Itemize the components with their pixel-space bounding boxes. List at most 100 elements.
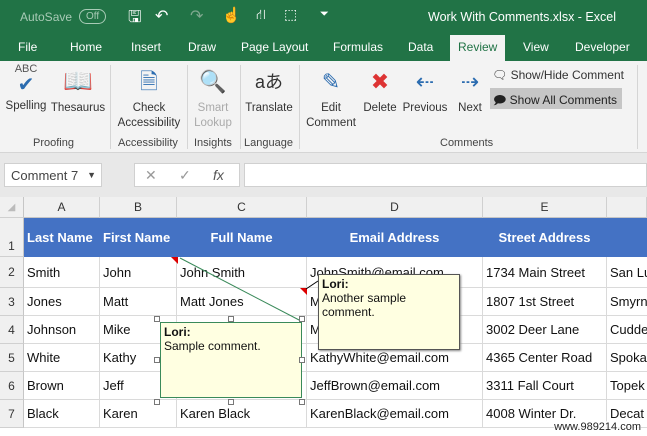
next-comment-button[interactable]: ⇢ Next <box>452 67 488 116</box>
table-cell[interactable] <box>177 316 307 344</box>
translate-button[interactable]: aあ Translate <box>243 67 295 116</box>
table-cell[interactable] <box>177 344 307 372</box>
header-cell[interactable]: Street Address <box>483 218 607 257</box>
touch-mode-icon[interactable]: ☝ <box>222 6 241 24</box>
title-bar: AutoSave Off 🖫 ↶ ↷ ☝ ⛙ ⬚ ⏷ Work With Com… <box>0 0 647 35</box>
tab-view[interactable]: View <box>523 40 549 54</box>
table-cell[interactable]: MattJones@email.com <box>307 288 483 316</box>
table-cell[interactable]: Decat <box>607 400 647 428</box>
table-cell[interactable]: JohnSmith@email.com <box>307 257 483 288</box>
column-header-B[interactable]: B <box>100 197 177 218</box>
row-header-6[interactable]: 6 <box>0 372 24 400</box>
tab-page-layout[interactable]: Page Layout <box>241 40 308 54</box>
show-all-comments-button[interactable]: 🗩 Show All Comments <box>490 88 622 109</box>
header-cell[interactable] <box>607 218 647 257</box>
tab-developer[interactable]: Developer <box>575 40 630 54</box>
tab-formulas[interactable]: Formulas <box>333 40 383 54</box>
table-cell[interactable]: MikeJohnson@email.com <box>307 316 483 344</box>
hierarchy-icon[interactable]: ⛙ <box>256 6 266 25</box>
row-header-4[interactable]: 4 <box>0 316 24 344</box>
insert-function-icon[interactable]: fx <box>213 167 224 183</box>
table-cell[interactable]: John <box>100 257 177 288</box>
table-cell[interactable]: Karen <box>100 400 177 428</box>
smart-lookup-button[interactable]: 🔍 Smart Lookup <box>190 67 236 131</box>
table-cell[interactable]: 4365 Center Road <box>483 344 607 372</box>
table-cell[interactable]: Smyrn <box>607 288 647 316</box>
spelling-button[interactable]: ABC ✔ Spelling <box>3 64 49 114</box>
table-cell[interactable]: Black <box>24 400 100 428</box>
table-cell[interactable]: Matt <box>100 288 177 316</box>
table-cell[interactable]: KarenBlack@email.com <box>307 400 483 428</box>
row-header-7[interactable]: 7 <box>0 400 24 428</box>
customize-toolbar-icon[interactable]: ⏷ <box>320 8 329 21</box>
table-cell[interactable]: 3002 Deer Lane <box>483 316 607 344</box>
table-cell[interactable]: 1807 1st Street <box>483 288 607 316</box>
column-header-D[interactable]: D <box>307 197 483 218</box>
table-cell[interactable]: Matt Jones <box>177 288 307 316</box>
chevron-down-icon[interactable]: ▼ <box>87 170 96 180</box>
save-icon[interactable]: 🖫 <box>128 6 142 33</box>
table-cell[interactable]: Spoka <box>607 344 647 372</box>
name-box[interactable]: Comment 7 ▼ <box>4 163 102 187</box>
table-cell[interactable]: San Lu <box>607 257 647 288</box>
select-objects-icon[interactable]: ⬚ <box>284 6 297 23</box>
select-all-button[interactable]: ◢ <box>0 197 24 218</box>
table-cell[interactable]: 1734 Main Street <box>483 257 607 288</box>
column-header-C[interactable]: C <box>177 197 307 218</box>
smart-label: Smart <box>197 102 229 114</box>
row-header-5[interactable]: 5 <box>0 344 24 372</box>
previous-comment-button[interactable]: ⇠ Previous <box>401 67 449 116</box>
header-cell[interactable]: Full Name <box>177 218 307 257</box>
table-cell[interactable]: Cudde <box>607 316 647 344</box>
table-cell[interactable]: 3311 Fall Court <box>483 372 607 400</box>
show-hide-comment-button[interactable]: 🗨 Show/Hide Comment <box>492 68 624 82</box>
undo-icon[interactable]: ↶ <box>155 6 168 26</box>
column-header-E[interactable]: E <box>483 197 607 218</box>
table-cell[interactable] <box>177 372 307 400</box>
cancel-icon[interactable]: ✕ <box>145 167 157 184</box>
check-accessibility-button[interactable]: 🗎 Check Accessibility <box>114 67 184 131</box>
show-all-label: Show All Comments <box>509 93 618 107</box>
header-cell[interactable]: Email Address <box>307 218 483 257</box>
table-cell[interactable]: Jeff <box>100 372 177 400</box>
table-cell[interactable]: White <box>24 344 100 372</box>
ribbon: ABC ✔ Spelling 📖 Thesaurus Proofing 🗎 Ch… <box>0 61 647 153</box>
column-header-A[interactable]: A <box>24 197 100 218</box>
row-header-1[interactable]: 1 <box>0 218 24 257</box>
tab-review[interactable]: Review <box>450 35 506 61</box>
table-cell[interactable]: Jones <box>24 288 100 316</box>
table-cell[interactable]: Johnson <box>24 316 100 344</box>
table-cell[interactable]: Brown <box>24 372 100 400</box>
thesaurus-button[interactable]: 📖 Thesaurus <box>50 67 106 116</box>
row-header-2[interactable]: 2 <box>0 257 24 288</box>
row-header-3[interactable]: 3 <box>0 288 24 316</box>
tab-draw[interactable]: Draw <box>188 40 216 54</box>
table-cell[interactable]: JeffBrown@email.com <box>307 372 483 400</box>
tab-data[interactable]: Data <box>408 40 433 54</box>
table-cell[interactable]: John Smith <box>177 257 307 288</box>
header-cell[interactable]: Last Name <box>24 218 100 257</box>
tab-home[interactable]: Home <box>70 40 102 54</box>
checkmark-icon: ✔ <box>17 74 35 96</box>
tab-file[interactable]: File <box>18 40 37 54</box>
enter-icon[interactable]: ✓ <box>179 167 191 184</box>
table-cell[interactable]: Karen Black <box>177 400 307 428</box>
tab-insert[interactable]: Insert <box>131 40 161 54</box>
table-cell[interactable]: Smith <box>24 257 100 288</box>
table-cell[interactable]: 4008 Winter Dr. <box>483 400 607 428</box>
edit-comment-button[interactable]: ✎ Edit Comment <box>305 67 357 131</box>
table-cell[interactable]: Mike <box>100 316 177 344</box>
autosave-toggle[interactable]: Off <box>79 9 107 24</box>
translate-icon: aあ <box>254 72 283 92</box>
delete-comment-button[interactable]: ✖ Delete <box>360 67 400 116</box>
thesaurus-label: Thesaurus <box>50 102 106 114</box>
show-hide-icon: 🗨 <box>492 68 511 82</box>
redo-icon[interactable]: ↷ <box>190 6 203 26</box>
column-header-f[interactable] <box>607 197 647 218</box>
formula-input[interactable] <box>244 163 647 187</box>
divider <box>299 65 300 149</box>
header-cell[interactable]: First Name <box>100 218 177 257</box>
table-cell[interactable]: Topek <box>607 372 647 400</box>
table-cell[interactable]: Kathy <box>100 344 177 372</box>
table-cell[interactable]: KathyWhite@email.com <box>307 344 483 372</box>
